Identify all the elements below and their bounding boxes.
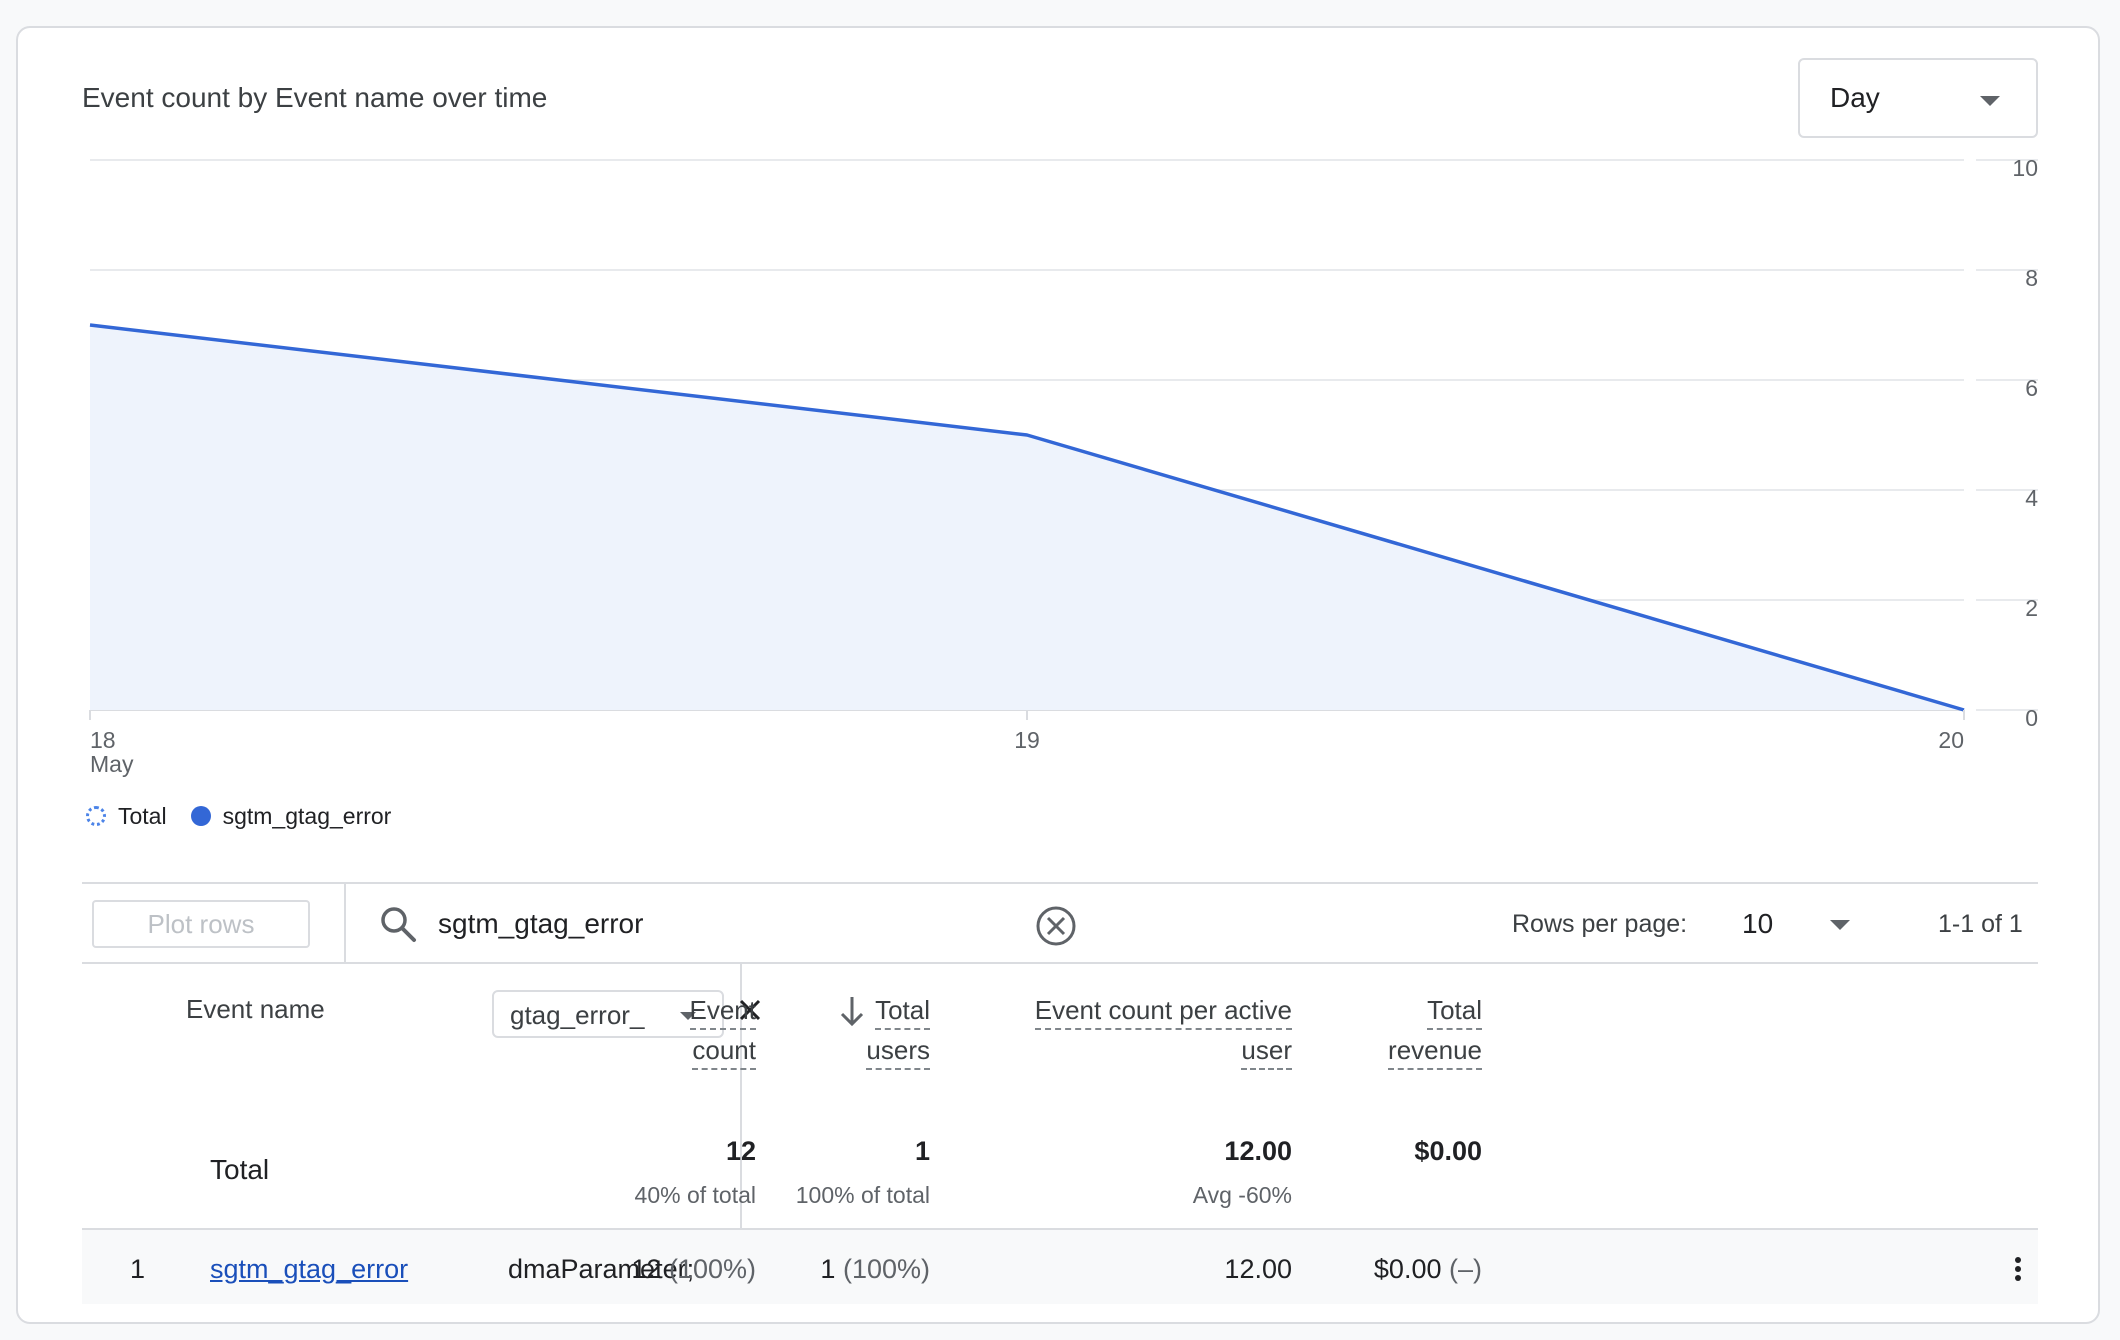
total-users-value: 1 — [914, 1136, 930, 1166]
search-input[interactable]: sgtm_gtag_error — [438, 908, 643, 940]
total-revenue-header[interactable]: Total revenue — [1332, 990, 1482, 1070]
row-revenue: $0.00 (–) — [1232, 1254, 1482, 1285]
row-total-users-value: 1 — [820, 1254, 836, 1284]
row-total-users: 1 (100%) — [730, 1254, 930, 1285]
y-tick-label: 8 — [2025, 265, 2038, 291]
row-revenue-pct: (–) — [1449, 1254, 1482, 1284]
header-line: Total — [875, 992, 930, 1030]
total-users-share: 100% of total — [795, 1182, 930, 1208]
header-line: users — [866, 1032, 930, 1070]
row-event-count-value: 12 — [631, 1254, 662, 1284]
x-tick-label: 18 — [90, 727, 116, 753]
legend-dotted-circle-icon — [86, 806, 106, 826]
header-line: Event — [689, 992, 756, 1030]
row-revenue-value: $0.00 — [1373, 1254, 1442, 1284]
event-name-link[interactable]: sgtm_gtag_error — [210, 1254, 408, 1285]
legend-item-series[interactable]: sgtm_gtag_error — [190, 802, 392, 830]
y-tick-label: 2 — [2025, 595, 2038, 621]
y-tick-label: 4 — [2025, 485, 2038, 511]
rows-per-page-select[interactable]: 10 — [1742, 908, 1773, 940]
y-tick-label: 6 — [2025, 375, 2038, 401]
row-event-count: 12 (100%) — [556, 1254, 756, 1285]
chart-legend: Total sgtm_gtag_error — [86, 798, 415, 834]
line-chart: 0 2 4 6 8 10 18 19 20 May — [89, 155, 2038, 777]
rows-per-page-label: Rows per page: — [1512, 910, 1688, 938]
legend-label-series: sgtm_gtag_error — [222, 802, 392, 829]
more-vert-icon[interactable] — [2014, 1256, 2022, 1282]
header-line: count — [692, 1032, 756, 1070]
header-line: Total — [1427, 992, 1482, 1030]
x-tick-label: 19 — [1014, 727, 1040, 753]
legend-item-total[interactable]: Total — [86, 803, 167, 830]
toolbar-divider — [344, 884, 346, 964]
search-icon — [381, 907, 416, 942]
x-tick-label: 20 — [1938, 727, 1964, 753]
header-line: Event count per active — [1034, 992, 1292, 1030]
plot-rows-button[interactable]: Plot rows — [92, 900, 310, 948]
header-line: user — [1241, 1032, 1292, 1070]
event-count-card: Event count by Event name over time Day … — [16, 26, 2100, 1324]
y-tick-label: 10 — [2012, 155, 2038, 181]
event-name-header[interactable]: Event name — [186, 994, 325, 1025]
chevron-down-icon[interactable] — [1830, 920, 1850, 930]
header-line: revenue — [1388, 1032, 1482, 1070]
y-tick-label: 0 — [2025, 705, 2038, 731]
legend-label-total: Total — [118, 802, 167, 829]
secondary-dimension-label: gtag_error_ — [510, 1000, 645, 1030]
x-tick-sublabel: May — [90, 751, 134, 777]
total-event-count: 12 — [725, 1136, 756, 1166]
pagination-info: 1-1 of 1 — [1938, 910, 2023, 938]
clear-search-icon[interactable] — [1034, 904, 1078, 948]
table-toolbar: Plot rows sgtm_gtag_error Rows per page:… — [82, 882, 2038, 964]
legend-circle-icon — [190, 806, 211, 826]
row-index: 1 — [130, 1254, 146, 1284]
total-per-user-value: 12.00 — [1224, 1136, 1292, 1166]
event-count-header[interactable]: Event count — [642, 990, 756, 1070]
total-revenue-value: $0.00 — [1414, 1136, 1482, 1166]
row-total-users-pct: (100%) — [842, 1254, 930, 1284]
total-per-user-avg: Avg -60% — [1192, 1182, 1292, 1208]
total-row-label: Total — [210, 1154, 270, 1185]
total-users-header[interactable]: Total users — [812, 990, 930, 1070]
series-area — [90, 325, 1964, 710]
event-count-per-user-header[interactable]: Event count per active user — [962, 990, 1292, 1070]
table-row: 1 sgtm_gtag_error dmaParameter; 12 (100%… — [82, 1228, 2038, 1304]
table-header: Event name gtag_error_ Event count Total… — [82, 964, 2038, 1228]
